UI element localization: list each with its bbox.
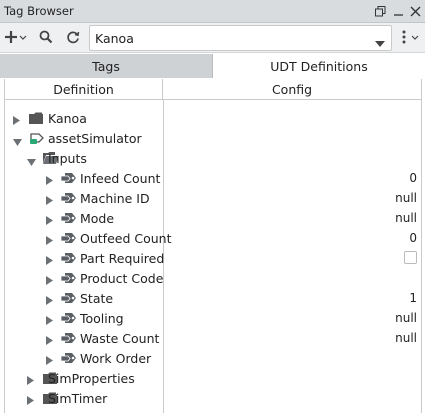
- tree-row-label: Tooling: [80, 311, 124, 326]
- collapse-arrow-icon[interactable]: [27, 155, 36, 169]
- tree-row[interactable]: SimTimer: [5, 388, 421, 408]
- search-icon: [39, 30, 53, 47]
- folder-icon: [29, 112, 43, 127]
- tree-row-label: Mode: [80, 211, 115, 226]
- tree-row[interactable]: Part Required: [5, 248, 421, 268]
- restore-window-icon[interactable]: [372, 3, 388, 19]
- window-title: Tag Browser: [4, 4, 74, 18]
- config-value: null: [395, 331, 417, 345]
- tree-row[interactable]: Mode null: [5, 208, 421, 228]
- expand-arrow-icon[interactable]: [46, 234, 53, 248]
- tree-row-label: SimProperties: [48, 371, 135, 386]
- tree-row[interactable]: State 1: [5, 288, 421, 308]
- tree-row-label: Kanoa: [48, 111, 87, 126]
- tree-row-label: Work Order: [80, 351, 152, 366]
- config-value: null: [395, 191, 417, 205]
- expand-arrow-icon[interactable]: [27, 394, 34, 408]
- column-header-config[interactable]: Config: [163, 79, 421, 100]
- tree-row[interactable]: Waste Count null: [5, 328, 421, 348]
- config-value: 0: [409, 231, 417, 245]
- tree-row[interactable]: Tooling null: [5, 308, 421, 328]
- expand-arrow-icon[interactable]: [13, 114, 20, 128]
- tree-row-label: Product Code: [80, 271, 164, 286]
- tree-row-label: Part Required: [80, 251, 165, 266]
- tree-row[interactable]: SimProperties: [5, 368, 421, 388]
- tree-row[interactable]: Machine ID null: [5, 188, 421, 208]
- title-bar: Tag Browser: [0, 0, 425, 23]
- collapse-arrow-icon[interactable]: [13, 135, 22, 149]
- tree-row[interactable]: assetSimulator: [5, 128, 421, 148]
- tag-icon: [60, 231, 78, 248]
- tag-icon: [60, 191, 78, 208]
- refresh-button[interactable]: [64, 29, 82, 47]
- config-value: null: [395, 311, 417, 325]
- tag-icon: [60, 251, 78, 268]
- chevron-down-icon: [375, 36, 385, 50]
- tree-row[interactable]: Infeed Count 0: [5, 168, 421, 188]
- tag-icon: [60, 291, 78, 308]
- tag-icon: [60, 171, 78, 188]
- tag-browser-window: Tag Browser Kanoa Tags UDT Definitions D…: [0, 0, 425, 413]
- expand-arrow-icon[interactable]: [46, 274, 53, 288]
- tree-row-label: State: [80, 291, 114, 306]
- minimize-icon[interactable]: [390, 3, 406, 19]
- tag-icon: [60, 271, 78, 288]
- tree-row-label: Infeed Count: [80, 171, 161, 186]
- tag-icon: [60, 351, 78, 368]
- expand-arrow-icon[interactable]: [46, 194, 53, 208]
- expand-arrow-icon[interactable]: [46, 314, 53, 328]
- tree-row-label: Machine ID: [80, 191, 150, 206]
- tag-icon: [60, 331, 78, 348]
- tab-udt-definitions[interactable]: UDT Definitions: [213, 54, 425, 78]
- column-header-definition[interactable]: Definition: [5, 79, 163, 100]
- more-options-button[interactable]: [398, 29, 422, 47]
- search-button[interactable]: [37, 29, 55, 47]
- tag-icon: [60, 311, 78, 328]
- add-tag-button[interactable]: [3, 29, 29, 47]
- expand-arrow-icon[interactable]: [27, 374, 34, 388]
- refresh-icon: [66, 30, 80, 47]
- expand-arrow-icon[interactable]: [46, 334, 53, 348]
- tab-tags[interactable]: Tags: [0, 54, 213, 78]
- expand-arrow-icon[interactable]: [46, 354, 53, 368]
- tag-provider-value: Kanoa: [95, 31, 134, 46]
- tree-row[interactable]: Work Order: [5, 348, 421, 368]
- tree-row-label: assetSimulator: [48, 131, 142, 146]
- plus-icon: [5, 30, 27, 47]
- udt-tree-table: Definition Config Kanoa assetSimulator Inp…: [4, 79, 422, 413]
- tree-row[interactable]: Product Code: [5, 268, 421, 288]
- tree-row[interactable]: Kanoa: [5, 108, 421, 128]
- close-icon[interactable]: [407, 3, 423, 19]
- expand-arrow-icon[interactable]: [46, 254, 53, 268]
- toolbar: Kanoa: [0, 23, 425, 53]
- tag-provider-select[interactable]: Kanoa: [89, 25, 392, 51]
- tree-row-label: Inputs: [48, 151, 87, 166]
- udt-definition-icon: [29, 131, 46, 148]
- config-value: null: [395, 211, 417, 225]
- expand-arrow-icon[interactable]: [46, 214, 53, 228]
- tree-row-label: Outfeed Count: [80, 231, 172, 246]
- kebab-menu-icon: [400, 30, 420, 47]
- tree-row[interactable]: Inputs: [5, 148, 421, 168]
- config-checkbox[interactable]: [404, 251, 417, 264]
- tag-icon: [60, 211, 78, 228]
- expand-arrow-icon[interactable]: [46, 174, 53, 188]
- config-value: 0: [409, 171, 417, 185]
- tree-row[interactable]: Outfeed Count 0: [5, 228, 421, 248]
- config-value: 1: [409, 291, 417, 305]
- tree-row-label: Waste Count: [80, 331, 160, 346]
- expand-arrow-icon[interactable]: [46, 294, 53, 308]
- tree-row-label: SimTimer: [48, 391, 108, 406]
- tab-bar: Tags UDT Definitions: [0, 54, 425, 78]
